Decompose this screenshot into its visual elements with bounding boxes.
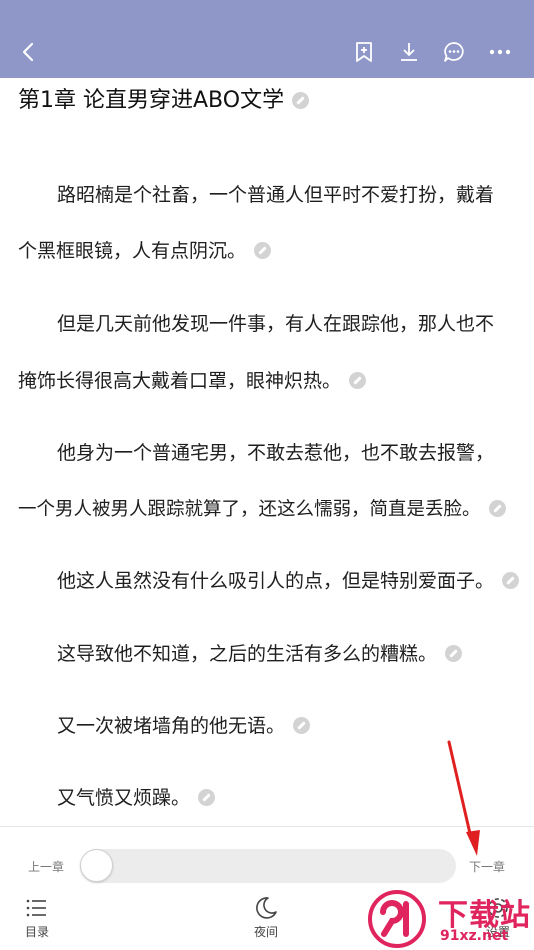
watermark-logo [368, 890, 426, 948]
edit-note-icon[interactable] [502, 572, 520, 589]
paragraph-line: 这导致他不知道，之后的生活有多么的糟糕。 [57, 639, 463, 666]
watermark-site: 91xz.net [440, 928, 509, 944]
paragraph-line-text: 这导致他不知道，之后的生活有多么的糟糕。 [57, 643, 438, 665]
edit-note-icon[interactable] [349, 372, 367, 389]
paragraph-line: 路昭楠是个社畜，一个普通人但平时不爱打扮，戴着 [57, 184, 495, 206]
tab-label: 目录 [24, 925, 49, 939]
list-icon [24, 895, 50, 921]
edit-note-icon[interactable] [254, 242, 272, 259]
paragraph-line: 他这人虽然没有什么吸引人的点，但是特别爱面子。 [57, 566, 520, 593]
paragraph-line-text: 一个男人被男人跟踪就算了，还这么懦弱，简直是丢脸。 [18, 499, 481, 520]
paragraph-line: 又一次被堵墙角的他无语。 [57, 711, 311, 738]
prev-chapter-button[interactable]: 上一章 [28, 858, 64, 875]
bookmark-add-icon[interactable] [349, 37, 379, 67]
edit-note-icon[interactable] [445, 645, 463, 662]
back-icon[interactable] [14, 37, 44, 67]
paragraph-line: 又气愤又烦躁。 [57, 783, 216, 810]
paragraph-line-text: 又一次被堵墙角的他无语。 [57, 715, 286, 737]
paragraph-line: 一个男人被男人跟踪就算了，还这么懦弱，简直是丢脸。 [18, 495, 506, 521]
paragraph-line: 他身为一个普通宅男，不敢去惹他，也不敢去报警， [57, 442, 495, 464]
chapter-title-text: 第1章 论直男穿进ABO文学 [18, 88, 285, 113]
reading-content: 第1章 论直男穿进ABO文学 路昭楠是个社畜，一个普通人但平时不爱打扮，戴着 个… [0, 78, 534, 826]
tab-catalog[interactable]: 目录 [0, 891, 77, 947]
edit-note-icon[interactable] [293, 717, 311, 734]
moon-icon [253, 895, 279, 921]
paragraph-line-text: 他这人虽然没有什么吸引人的点，但是特别爱面子。 [57, 570, 495, 592]
edit-note-icon[interactable] [292, 92, 310, 109]
watermark: 下载站 91xz.net [366, 884, 534, 950]
next-chapter-button[interactable]: 下一章 [469, 858, 505, 875]
top-bar [0, 0, 534, 78]
comment-icon[interactable] [439, 37, 469, 67]
progress-slider-handle[interactable] [80, 849, 113, 882]
chapter-title: 第1章 论直男穿进ABO文学 [18, 82, 310, 114]
paragraph-line-text: 个黑框眼镜，人有点阴沉。 [18, 240, 247, 262]
tab-night-mode[interactable]: 夜间 [226, 891, 306, 947]
edit-note-icon[interactable] [488, 500, 506, 517]
progress-slider[interactable] [80, 849, 456, 883]
tab-label: 夜间 [253, 925, 278, 939]
more-icon[interactable] [485, 37, 515, 67]
paragraph-line: 掩饰长得很高大戴着口罩，眼神炽热。 [18, 366, 367, 393]
download-icon[interactable] [394, 37, 424, 67]
paragraph-line: 个黑框眼镜，人有点阴沉。 [18, 236, 272, 263]
paragraph-line: 但是几天前他发现一件事，有人在跟踪他，那人也不 [57, 313, 495, 335]
paragraph-line-text: 掩饰长得很高大戴着口罩，眼神炽热。 [18, 370, 342, 392]
edit-note-icon[interactable] [198, 789, 216, 806]
paragraph-line-text: 又气愤又烦躁。 [57, 787, 191, 809]
